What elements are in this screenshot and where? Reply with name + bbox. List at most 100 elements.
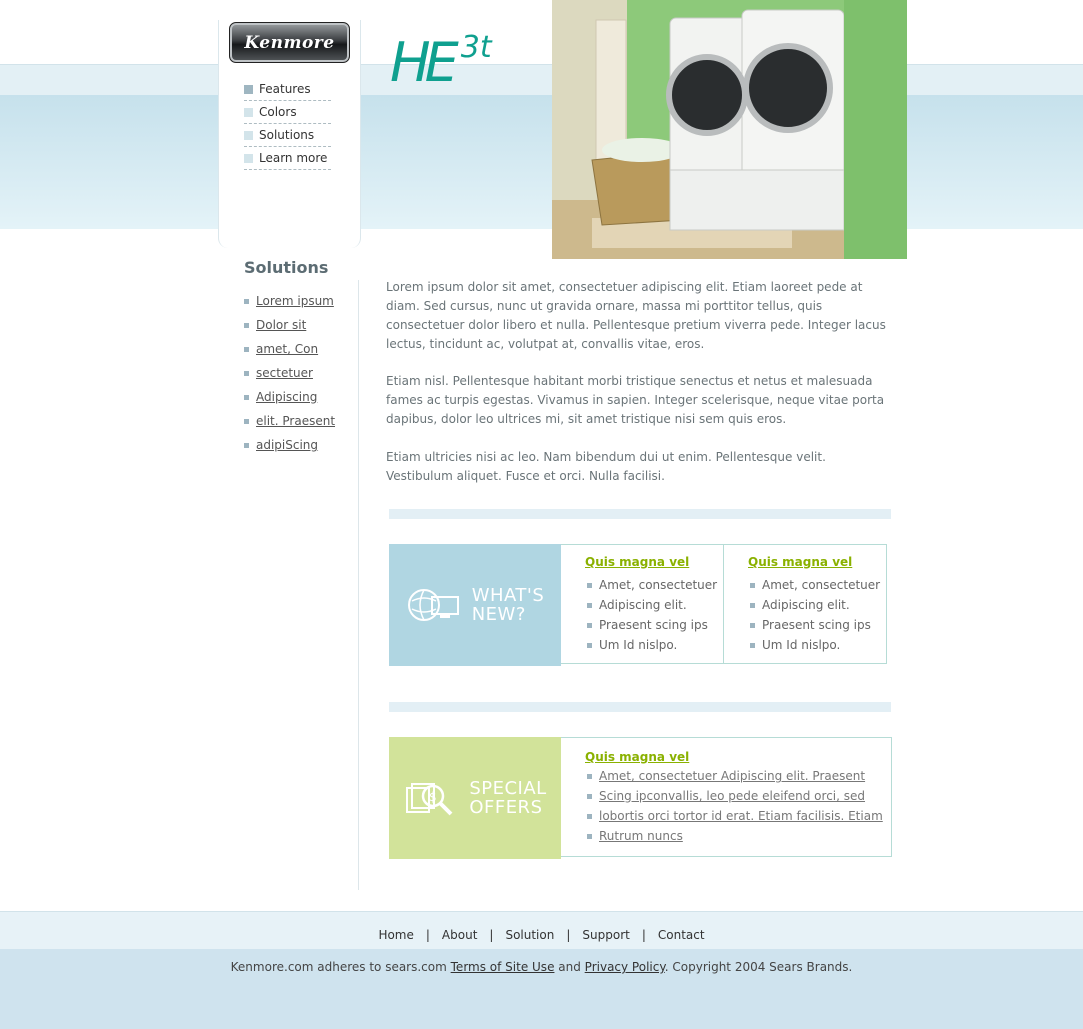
bullet-icon xyxy=(244,418,249,424)
menu-item-label: Learn more xyxy=(259,151,328,165)
list-item-text: Praesent scing ips xyxy=(762,618,871,632)
bullet-icon xyxy=(587,582,592,588)
sidebar-link[interactable]: Dolor sit xyxy=(256,318,306,332)
copyright-suffix: . Copyright 2004 Sears Brands. xyxy=(664,960,853,974)
footer-separator: | xyxy=(489,928,494,942)
list-item: Scing ipconvallis, leo pede eleifend orc… xyxy=(585,786,891,806)
footer-separator: | xyxy=(566,928,571,942)
footer-link-support[interactable]: Support xyxy=(582,928,629,942)
svg-text:$: $ xyxy=(429,790,437,804)
special-offers-line2: OFFERS xyxy=(469,797,543,818)
list-item-text: Um Id nislpo. xyxy=(762,638,841,652)
offer-link[interactable]: Scing ipconvallis, leo pede eleifend orc… xyxy=(599,789,865,803)
whats-new-column: Quis magna vel Amet, consectetuer Adipis… xyxy=(561,544,724,664)
special-offers-box: $ SPECIAL OFFERS Quis magna vel Amet, co… xyxy=(389,737,892,859)
globe-monitor-icon xyxy=(407,589,459,621)
list-item: Um Id nislpo. xyxy=(748,635,886,655)
sidebar-link[interactable]: sectetuer xyxy=(256,366,313,380)
menu-item-label: Features xyxy=(259,82,311,96)
offer-link[interactable]: Amet, consectetuer Adipiscing elit. Prae… xyxy=(599,769,865,783)
menu-item-colors[interactable]: Colors xyxy=(244,101,331,124)
list-item: lobortis orci tortor id erat. Etiam faci… xyxy=(585,806,891,826)
offer-link[interactable]: Rutrum nuncs xyxy=(599,829,683,843)
square-bullet-icon xyxy=(244,153,253,163)
footer-link-solution[interactable]: Solution xyxy=(505,928,554,942)
menu-item-learn-more[interactable]: Learn more xyxy=(244,147,331,170)
list-item: Amet, consectetuer xyxy=(585,575,723,595)
menu-item-features[interactable]: Features xyxy=(244,78,331,101)
whats-new-box: WHAT'S NEW? Quis magna vel Amet, consect… xyxy=(389,544,887,666)
sidebar-link-item: amet, Con xyxy=(244,337,335,361)
bullet-icon xyxy=(750,602,755,608)
bullet-icon xyxy=(750,582,755,588)
kenmore-logo[interactable]: Kenmore xyxy=(229,22,350,63)
footer-nav: Home | About | Solution | Support | Contact xyxy=(0,928,1083,942)
section-divider xyxy=(389,509,891,519)
top-menu: Features Colors Solutions Learn more xyxy=(244,78,331,170)
whats-new-tile[interactable]: WHAT'S NEW? xyxy=(389,544,561,666)
list-item-text: Amet, consectetuer xyxy=(599,578,718,592)
sidebar-link[interactable]: adipiScing xyxy=(256,438,318,452)
special-offers-tile[interactable]: $ SPECIAL OFFERS xyxy=(389,737,561,859)
column-heading-link[interactable]: Quis magna vel xyxy=(585,555,723,569)
bullet-icon xyxy=(750,642,755,648)
menu-item-solutions[interactable]: Solutions xyxy=(244,124,331,147)
bullet-icon xyxy=(244,346,249,352)
whats-new-line2: NEW? xyxy=(471,604,526,625)
bullet-icon xyxy=(587,602,592,608)
copyright-and: and xyxy=(554,960,585,974)
footer-separator: | xyxy=(641,928,646,942)
square-bullet-icon xyxy=(244,107,253,117)
column-heading-link[interactable]: Quis magna vel xyxy=(585,750,891,764)
menu-item-label: Solutions xyxy=(259,128,315,142)
list-item: Praesent scing ips xyxy=(748,615,886,635)
logo-text: Kenmore xyxy=(244,32,335,53)
square-bullet-icon xyxy=(244,130,253,140)
sidebar-link[interactable]: elit. Praesent xyxy=(256,414,335,428)
whats-new-column: Quis magna vel Amet, consectetuer Adipis… xyxy=(724,544,887,664)
footer-copyright: Kenmore.com adheres to sears.com Terms o… xyxy=(0,960,1083,974)
body-paragraph: Etiam ultricies nisi ac leo. Nam bibendu… xyxy=(386,450,826,483)
sidebar-link-item: Adipiscing xyxy=(244,385,335,409)
list-item: Amet, consectetuer xyxy=(748,575,886,595)
special-offers-title: SPECIAL OFFERS xyxy=(469,779,546,817)
list-item: Amet, consectetuer Adipiscing elit. Prae… xyxy=(585,766,891,786)
sidebar-link-item: Dolor sit xyxy=(244,313,335,337)
list-item-text: Adipiscing elit. xyxy=(762,598,850,612)
bullet-icon xyxy=(244,394,249,400)
special-offers-column: Quis magna vel Amet, consectetuer Adipis… xyxy=(561,737,892,857)
product-logo-main: HE xyxy=(390,31,459,94)
footer-link-home[interactable]: Home xyxy=(378,928,413,942)
copyright-prefix: Kenmore.com adheres to sears.com xyxy=(230,960,451,974)
list-item-text: Praesent scing ips xyxy=(599,618,708,632)
sidebar-link-item: sectetuer xyxy=(244,361,335,385)
sidebar-link[interactable]: amet, Con xyxy=(256,342,318,356)
product-logo: HE 3t xyxy=(390,30,492,90)
sidebar-links: Lorem ipsum Dolor sit amet, Con sectetue… xyxy=(244,289,335,457)
footer-link-contact[interactable]: Contact xyxy=(658,928,705,942)
header-band xyxy=(0,95,1083,229)
header-band-top xyxy=(0,64,1083,96)
product-logo-sup: 3t xyxy=(460,29,492,65)
list-item-text: Amet, consectetuer xyxy=(762,578,881,592)
list-item-text: Um Id nislpo. xyxy=(599,638,678,652)
footer-separator: | xyxy=(425,928,430,942)
bullet-icon xyxy=(244,322,249,328)
bullet-icon xyxy=(587,793,592,799)
bullet-icon xyxy=(587,813,592,819)
sidebar-link[interactable]: Adipiscing xyxy=(256,390,317,404)
sidebar-divider xyxy=(358,280,359,890)
footer-link-about[interactable]: About xyxy=(442,928,477,942)
whats-new-title: WHAT'S NEW? xyxy=(472,586,545,624)
terms-link[interactable]: Terms of Site Use xyxy=(451,960,555,974)
bullet-icon xyxy=(244,442,249,448)
body-paragraph: Lorem ipsum dolor sit amet, consectetuer… xyxy=(386,280,886,351)
whats-new-line1: WHAT'S xyxy=(471,585,545,606)
column-heading-link[interactable]: Quis magna vel xyxy=(748,555,886,569)
bullet-icon xyxy=(587,773,592,779)
sidebar-link[interactable]: Lorem ipsum xyxy=(256,294,334,308)
privacy-link[interactable]: Privacy Policy xyxy=(585,960,665,974)
menu-item-label: Colors xyxy=(259,105,297,119)
list-item: Praesent scing ips xyxy=(585,615,723,635)
offer-link[interactable]: lobortis orci tortor id erat. Etiam faci… xyxy=(599,809,883,823)
